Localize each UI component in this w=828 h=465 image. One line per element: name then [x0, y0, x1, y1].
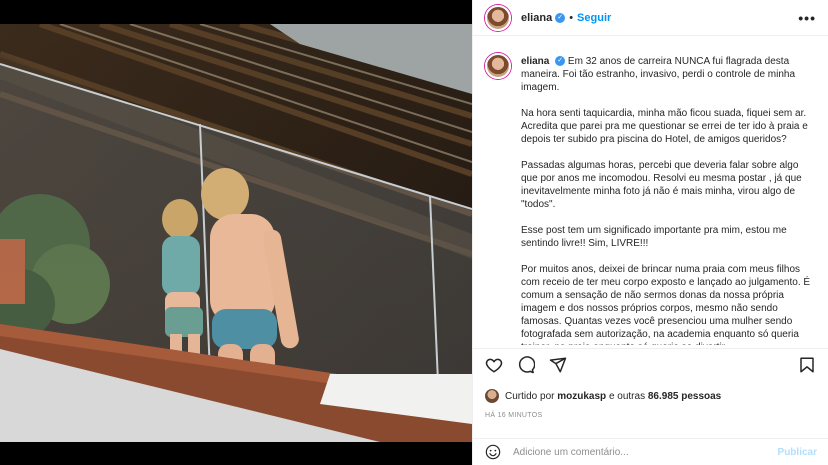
likes-middle: e outras [608, 390, 646, 402]
post-side-panel: eliana ✓ • Seguir ••• eliana ✓ Em 32 ano… [472, 0, 828, 465]
follow-button[interactable]: Seguir [577, 12, 611, 24]
username[interactable]: eliana [521, 12, 552, 24]
more-options-button[interactable]: ••• [798, 10, 816, 26]
post-timestamp[interactable]: HÁ 16 MINUTOS [485, 412, 542, 419]
caption-area[interactable]: eliana ✓ Em 32 anos de carreira NUNCA fu… [473, 45, 828, 345]
caption-paragraph: Por muitos anos, deixei de brincar numa … [521, 264, 811, 345]
bookmark-icon[interactable] [798, 356, 816, 374]
publish-button[interactable]: Publicar [778, 447, 817, 458]
caption-paragraph: Passadas algumas horas, percebi que deve… [521, 160, 802, 210]
likes-row: Curtido por mozukasp e outras 86.985 pes… [485, 389, 721, 403]
likes-count[interactable]: 86.985 pessoas [648, 391, 721, 402]
verified-icon: ✓ [555, 12, 566, 23]
likes-prefix: Curtido por [505, 390, 555, 402]
post-photo[interactable] [0, 24, 472, 442]
verified-icon: ✓ [555, 56, 566, 67]
comment-input[interactable] [513, 446, 763, 458]
heart-icon[interactable] [485, 356, 503, 374]
liker-username[interactable]: mozukasp [557, 391, 606, 402]
comment-icon[interactable] [517, 356, 535, 374]
separator-dot: • [569, 11, 574, 24]
post-image [0, 24, 472, 442]
instagram-post-modal: eliana ✓ • Seguir ••• eliana ✓ Em 32 ano… [0, 0, 828, 465]
action-bar [485, 356, 567, 374]
comment-box: Publicar [473, 438, 828, 465]
caption-avatar[interactable] [485, 53, 511, 79]
caption-paragraph: Esse post tem um significado importante … [521, 225, 787, 249]
share-icon[interactable] [549, 356, 567, 374]
avatar[interactable] [485, 4, 511, 31]
divider [473, 348, 828, 349]
caption-text: eliana ✓ Em 32 anos de carreira NUNCA fu… [521, 45, 817, 345]
caption-username[interactable]: eliana [521, 56, 549, 67]
post-header: eliana ✓ • Seguir ••• [473, 0, 828, 36]
emoji-icon[interactable] [485, 444, 501, 460]
liker-avatar[interactable] [485, 389, 499, 403]
caption-paragraph: Na hora senti taquicardia, minha mão fic… [521, 108, 808, 145]
